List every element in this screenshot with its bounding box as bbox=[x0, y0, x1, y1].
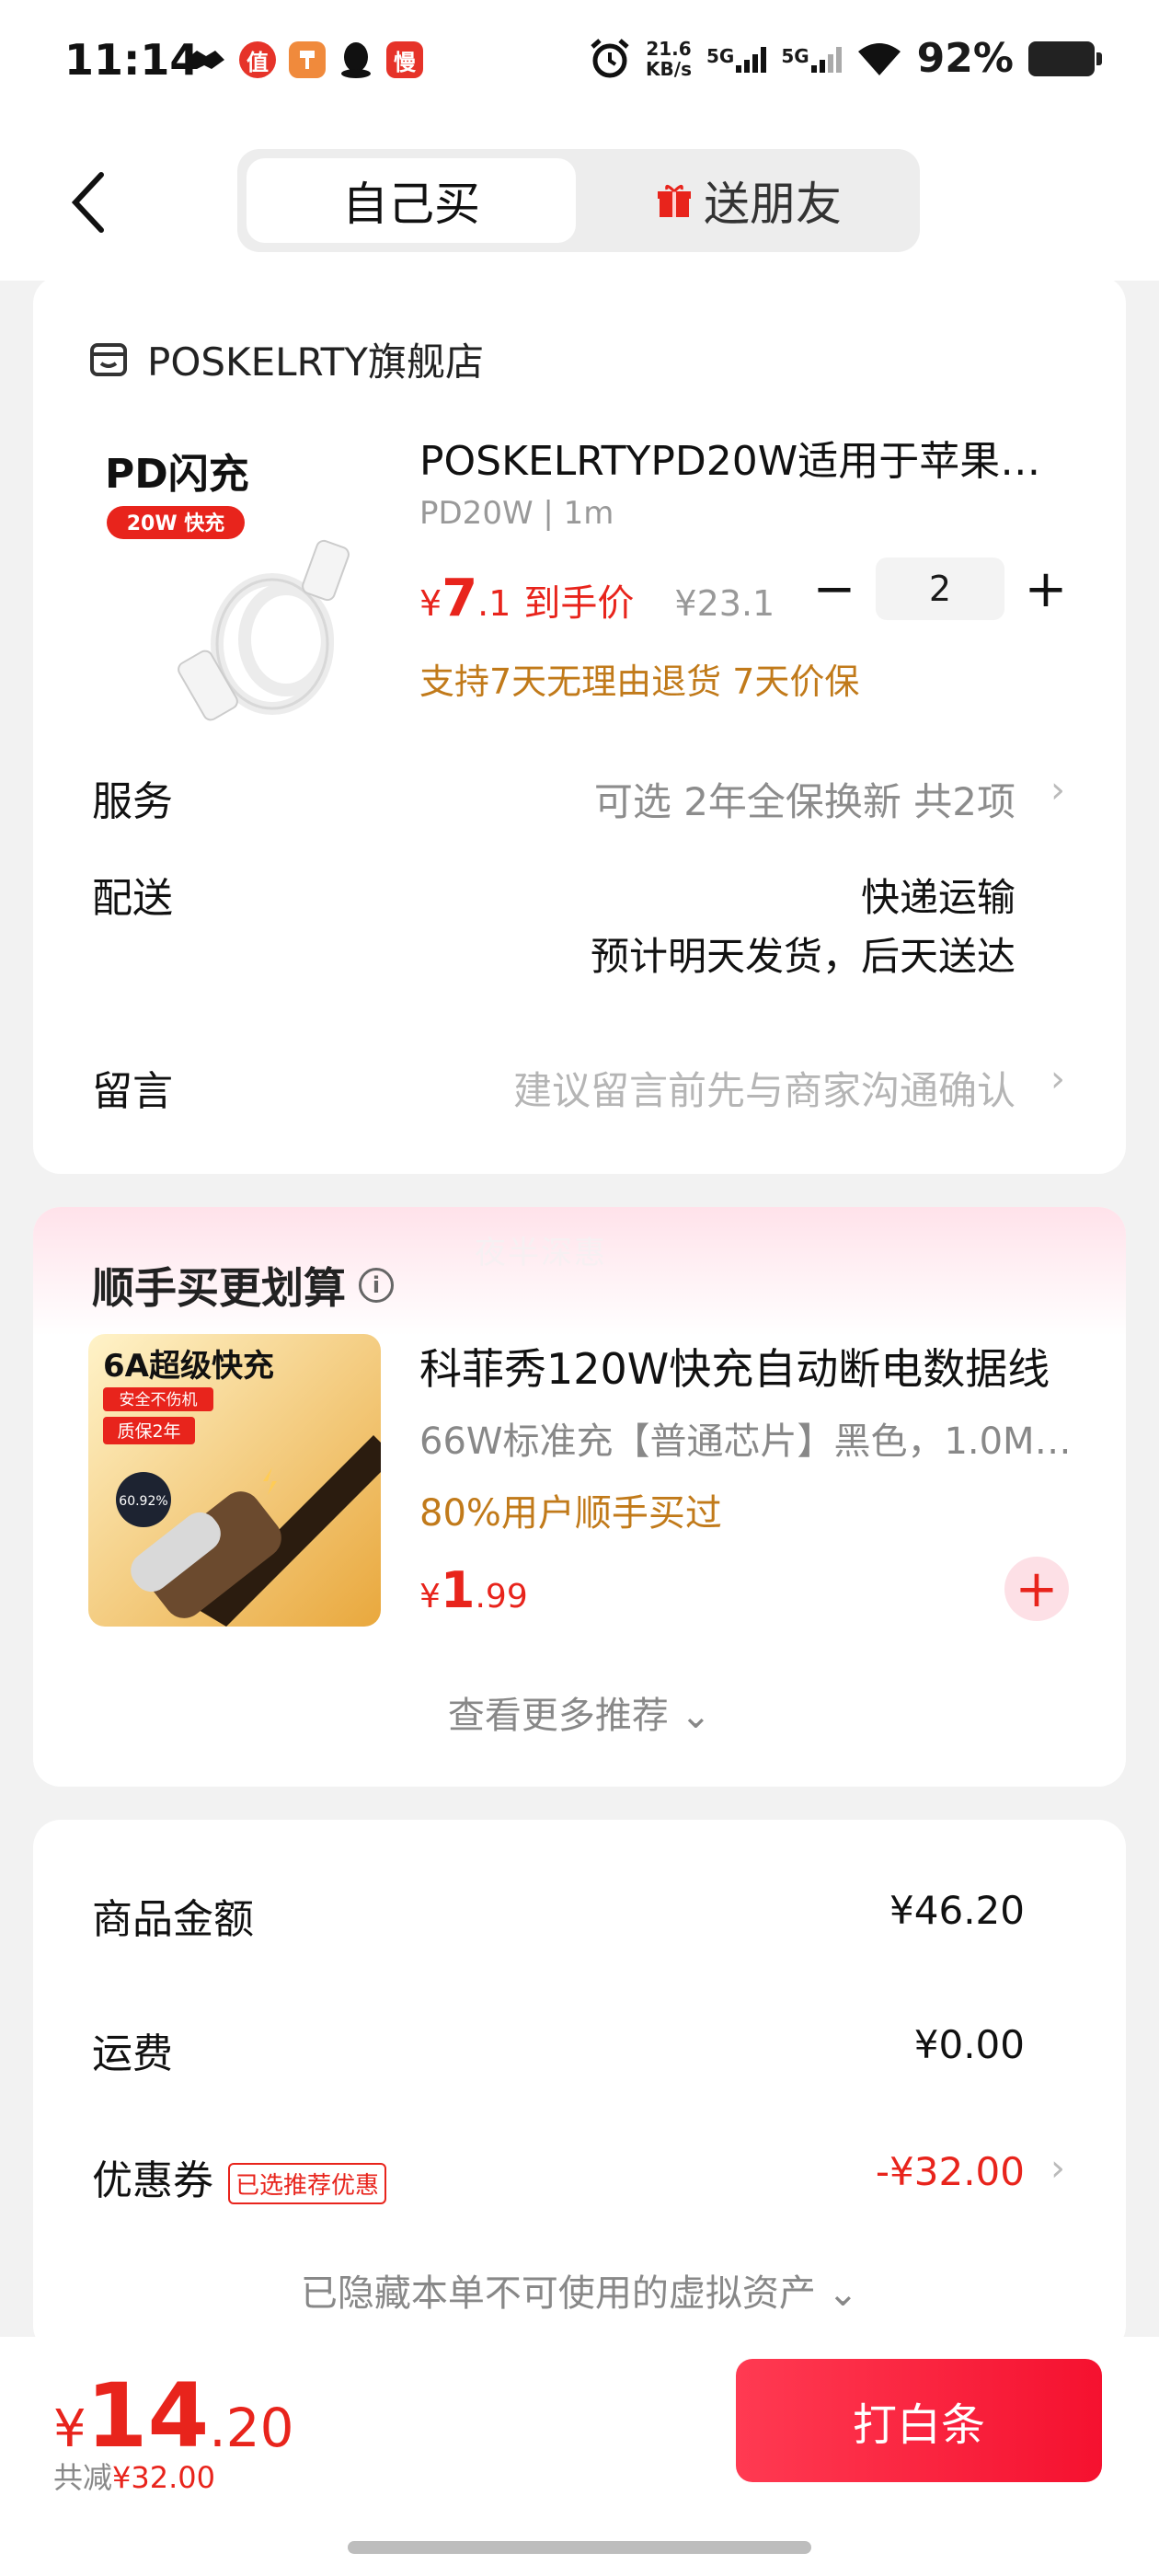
total-price: ¥14.20 bbox=[53, 2364, 294, 2467]
checkout-header: 自己买 送朋友 bbox=[0, 129, 1159, 281]
network-speed: 21.6 KB/s bbox=[646, 37, 692, 80]
gift-icon bbox=[658, 185, 691, 217]
shipping-label: 运费 bbox=[92, 2030, 173, 2077]
battery-icon bbox=[1028, 40, 1102, 76]
shipping-value: ¥0.00 bbox=[913, 2022, 1025, 2067]
goods-amount-label: 商品金额 bbox=[92, 1896, 254, 1943]
goods-amount-value: ¥46.20 bbox=[889, 1888, 1025, 1933]
service-value[interactable]: 可选 2年全保换新 共2项 bbox=[594, 771, 1016, 827]
order-item-card: POSKELRTY旗舰店 PD闪充 20W 快充 POSKELRTYPD20W适… bbox=[33, 276, 1126, 1174]
pay-button[interactable]: 打白条 bbox=[736, 2359, 1102, 2482]
app-hammer-icon bbox=[289, 41, 326, 78]
recommend-product-spec[interactable]: 66W标准充【普通芯片】黑色，1.0M【套装】 bbox=[419, 1411, 1082, 1465]
original-price: ¥23.1 bbox=[674, 583, 775, 624]
add-recommend-button[interactable]: + bbox=[1004, 1557, 1069, 1621]
signal-5g-1: 5G bbox=[706, 45, 767, 73]
note-input[interactable]: 建议留言前先与商家沟通确认 bbox=[513, 1060, 1016, 1116]
signal-bars-icon bbox=[810, 45, 842, 73]
product-spec[interactable]: PD20W | 1m bbox=[419, 495, 614, 532]
image-percent-text: 60.92% bbox=[119, 1494, 167, 1509]
recommend-price: ¥1.99 bbox=[419, 1561, 528, 1619]
increase-quantity-button[interactable]: + bbox=[1004, 557, 1087, 621]
qq-icon bbox=[341, 42, 371, 78]
status-system-icons: 21.6 KB/s 5G 5G 92% bbox=[589, 35, 1102, 82]
product-image[interactable]: PD闪充 20W 快充 bbox=[88, 414, 401, 727]
recommend-product-image[interactable]: 6A超级快充 安全不伤机 质保2年 60.92% bbox=[88, 1334, 381, 1627]
recommend-product-title[interactable]: 科菲秀120W快充自动断电数据线 bbox=[419, 1336, 1063, 1397]
return-guarantee: 支持7天无理由退货 7天价保 bbox=[419, 661, 860, 702]
view-more-recommend-button[interactable]: 查看更多推荐 ⌄ bbox=[33, 1685, 1126, 1739]
recommend-social-proof: 80%用户顺手买过 bbox=[419, 1492, 722, 1535]
checkout-bottom-bar: ¥14.20 共减¥32.00 打白条 bbox=[0, 2337, 1159, 2576]
back-button[interactable] bbox=[63, 166, 118, 239]
delivery-method[interactable]: 快递运输 bbox=[861, 867, 1016, 923]
chevron-right-icon[interactable]: › bbox=[1050, 2147, 1065, 2190]
watermark-text: 夜半深惠 bbox=[475, 1235, 607, 1271]
chevron-right-icon[interactable]: › bbox=[1050, 1058, 1065, 1100]
final-price-label: 到手价 bbox=[523, 582, 635, 625]
chevron-left-icon bbox=[71, 172, 104, 233]
product-price: ¥7.1 到手价 ¥23.1 bbox=[419, 569, 775, 628]
wifi-icon bbox=[857, 42, 901, 75]
delivery-label: 配送 bbox=[92, 875, 173, 922]
handshake-icon bbox=[186, 51, 224, 69]
app-man-icon: 慢 bbox=[386, 41, 423, 78]
chevron-right-icon[interactable]: › bbox=[1050, 769, 1065, 811]
quantity-field[interactable]: 2 bbox=[876, 558, 1004, 620]
image-tag-text: 质保2年 bbox=[117, 1421, 180, 1442]
service-label: 服务 bbox=[92, 778, 173, 825]
quantity-stepper: − 2 + bbox=[793, 557, 1087, 621]
tab-buy-for-self[interactable]: 自己买 bbox=[247, 158, 576, 243]
note-label: 留言 bbox=[92, 1068, 173, 1115]
tab-gift-label: 送朋友 bbox=[704, 178, 842, 231]
image-title-text: PD闪充 bbox=[105, 451, 249, 498]
store-row[interactable]: POSKELRTY旗舰店 bbox=[88, 331, 484, 387]
app-zhi-icon: 值 bbox=[239, 41, 276, 78]
coupon-tag: 已选推荐优惠 bbox=[228, 2162, 387, 2204]
status-time: 11:14 bbox=[64, 35, 200, 85]
coupon-label: 优惠券 已选推荐优惠 bbox=[92, 2147, 387, 2206]
product-title[interactable]: POSKELRTYPD20W适用于苹果数据线 bbox=[419, 428, 1063, 487]
status-bar: 11:14 值 慢 21.6 KB/s 5G 5G 92% bbox=[0, 0, 1159, 129]
purchase-mode-switch: 自己买 送朋友 bbox=[237, 149, 920, 252]
recommend-title: 顺手买更划算 i bbox=[92, 1255, 394, 1316]
store-name: POSKELRTY旗舰店 bbox=[147, 339, 484, 385]
final-price: ¥7.1 bbox=[419, 569, 511, 628]
image-title-text: 6A超级快充 bbox=[103, 1348, 274, 1385]
image-tag-text: 安全不伤机 bbox=[120, 1391, 198, 1409]
store-icon bbox=[90, 342, 127, 376]
signal-bars-icon bbox=[736, 45, 767, 73]
price-summary-card: 商品金额 ¥46.20 运费 ¥0.00 优惠券 已选推荐优惠 -¥32.00 ›… bbox=[33, 1820, 1126, 2353]
total-saved: 共减¥32.00 bbox=[53, 2460, 215, 2495]
hidden-assets-toggle[interactable]: 已隐藏本单不可使用的虚拟资产 ⌄ bbox=[33, 2263, 1126, 2317]
decrease-quantity-button[interactable]: − bbox=[793, 557, 876, 621]
home-indicator[interactable] bbox=[348, 2541, 811, 2554]
info-icon[interactable]: i bbox=[359, 1268, 394, 1303]
battery-percent: 92% bbox=[916, 35, 1014, 82]
recommend-card: 夜半深惠 顺手买更划算 i 6A超级快充 安全不伤机 质保2年 60.92% 科… bbox=[33, 1207, 1126, 1787]
coupon-value[interactable]: -¥32.00 bbox=[876, 2149, 1025, 2194]
image-badge-text: 20W 快充 bbox=[127, 512, 225, 535]
status-notification-icons: 值 慢 bbox=[184, 40, 423, 79]
tab-gift-to-friend[interactable]: 送朋友 bbox=[587, 158, 911, 243]
signal-5g-2: 5G bbox=[781, 45, 842, 73]
alarm-icon bbox=[591, 38, 629, 77]
delivery-eta: 预计明天发货，后天送达 bbox=[590, 934, 1016, 979]
